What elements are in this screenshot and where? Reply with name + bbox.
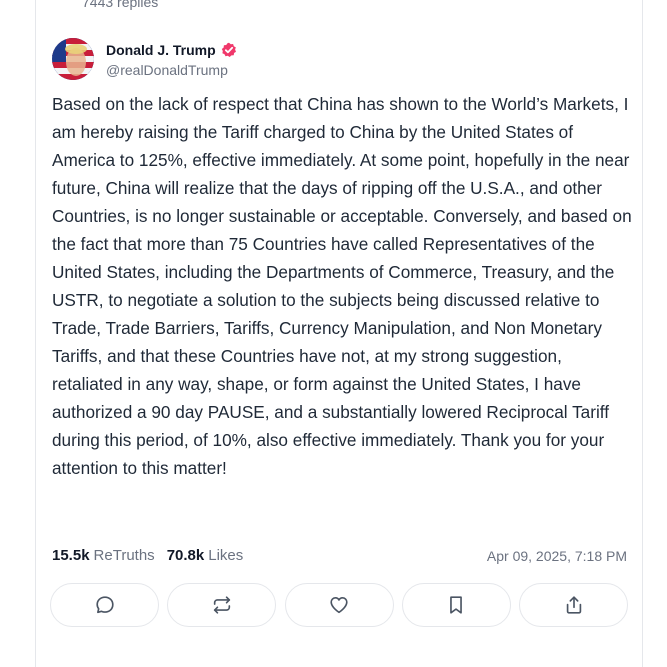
verified-badge-icon — [221, 42, 237, 58]
bookmark-button[interactable] — [401, 583, 511, 627]
display-name-row: Donald J. Trump — [106, 40, 237, 60]
retruths-label: ReTruths — [93, 547, 155, 564]
post-stats: 15.5k ReTruths 70.8k Likes Apr 09, 2025,… — [52, 547, 627, 564]
action-bar — [50, 583, 628, 627]
likes-count: 70.8k — [166, 547, 205, 564]
truth-post: Donald J. Trump @realDonaldTrump Based o… — [50, 38, 632, 627]
reply-button[interactable] — [50, 583, 159, 627]
retruths-count: 15.5k — [52, 547, 90, 564]
retruths-stat[interactable]: 15.5k ReTruths — [52, 547, 155, 564]
likes-stat[interactable]: 70.8k Likes — [167, 547, 244, 564]
post-header: Donald J. Trump @realDonaldTrump — [52, 38, 627, 80]
share-icon — [566, 596, 581, 614]
avatar[interactable] — [52, 38, 94, 80]
retruth-button[interactable] — [167, 583, 277, 627]
author-names: Donald J. Trump @realDonaldTrump — [106, 40, 237, 78]
post-body: Based on the lack of respect that China … — [52, 94, 632, 478]
like-button[interactable] — [284, 583, 394, 627]
bookmark-icon — [450, 596, 463, 614]
likes-label: Likes — [208, 547, 244, 564]
repost-icon — [213, 596, 230, 614]
share-button[interactable] — [519, 583, 628, 627]
speech-bubble-icon — [95, 596, 114, 614]
heart-icon — [330, 597, 348, 614]
post-timestamp[interactable]: Apr 09, 2025, 7:18 PM — [487, 548, 627, 564]
previous-post-replies[interactable]: 7443 replies — [82, 0, 158, 10]
display-name[interactable]: Donald J. Trump — [106, 42, 216, 58]
author-handle[interactable]: @realDonaldTrump — [106, 62, 237, 78]
